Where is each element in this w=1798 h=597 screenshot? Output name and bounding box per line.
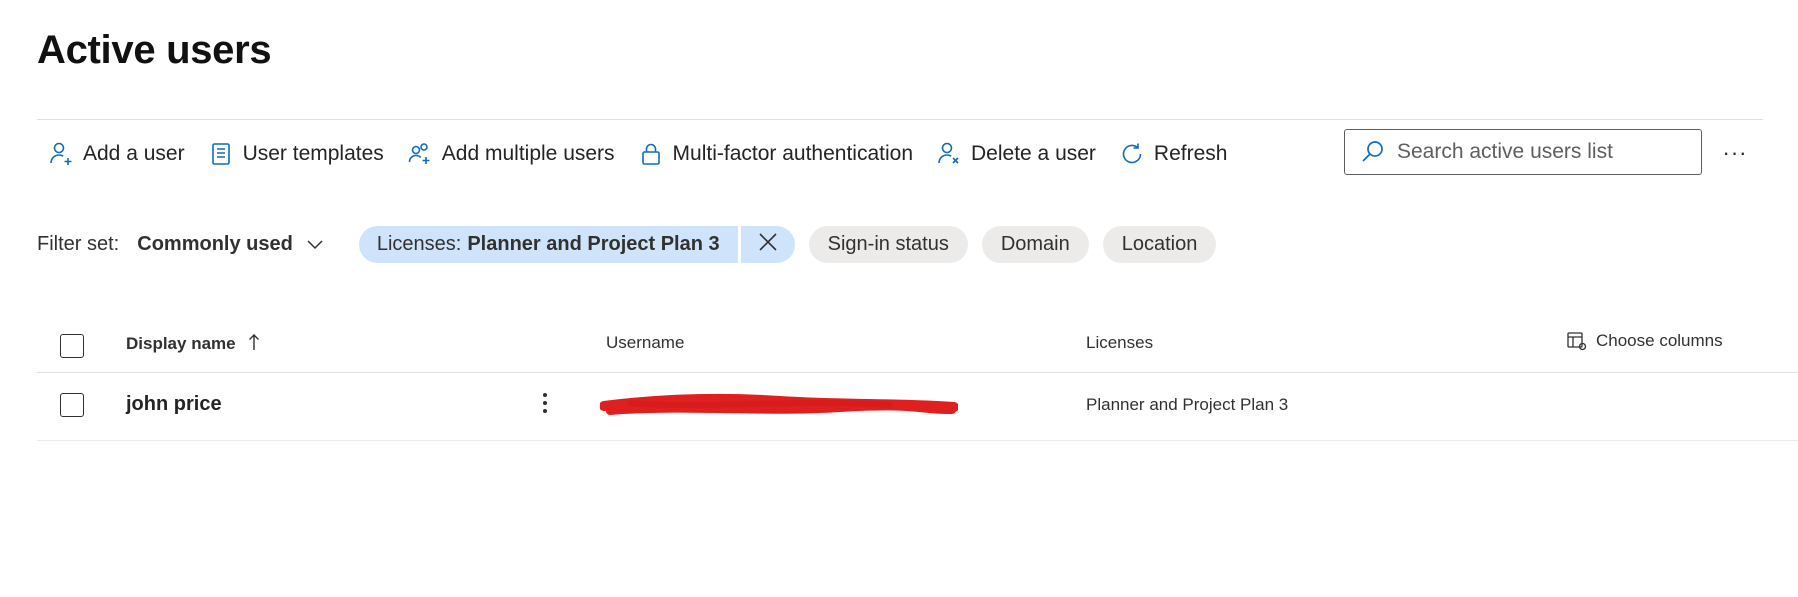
user-templates-label: User templates xyxy=(242,142,384,165)
user-templates-button[interactable]: User templates xyxy=(197,134,396,174)
refresh-icon xyxy=(1118,140,1146,168)
delete-user-icon xyxy=(935,140,963,168)
document-icon xyxy=(207,140,235,168)
add-multiple-users-button[interactable]: Add multiple users xyxy=(396,134,627,174)
sign-in-status-filter[interactable]: Sign-in status xyxy=(808,225,968,263)
mfa-button[interactable]: Multi-factor authentication xyxy=(627,134,925,174)
choose-columns-label: Choose columns xyxy=(1596,331,1723,350)
add-user-button[interactable]: Add a user xyxy=(37,134,197,174)
more-options-button[interactable]: ··· xyxy=(1718,136,1752,170)
domain-filter[interactable]: Domain xyxy=(981,225,1089,263)
filter-set-label: Filter set: xyxy=(37,232,120,255)
vertical-ellipsis-icon xyxy=(542,391,548,420)
add-user-icon xyxy=(47,140,75,168)
licenses-filter-button[interactable]: Licenses: Planner and Project Plan 3 xyxy=(358,225,741,263)
close-icon xyxy=(758,232,778,257)
search-input[interactable] xyxy=(1395,139,1689,165)
licenses-filter-pill: Licenses: Planner and Project Plan 3 xyxy=(358,225,795,263)
active-users-page: Active users Add a user User templates A… xyxy=(0,0,1798,597)
choose-columns-button[interactable]: Choose columns xyxy=(1566,330,1723,352)
filter-set-value: Commonly used xyxy=(137,232,293,255)
column-display-name[interactable]: Display name xyxy=(126,333,260,356)
row-checkbox[interactable] xyxy=(60,393,84,417)
user-licenses: Planner and Project Plan 3 xyxy=(1086,395,1289,414)
clear-licenses-filter-button[interactable] xyxy=(740,225,795,263)
row-more-actions-button[interactable] xyxy=(533,387,557,423)
location-filter[interactable]: Location xyxy=(1102,225,1217,263)
table-header: Display name Username Licenses Choose co… xyxy=(37,318,1798,373)
licenses-filter-value: Planner and Project Plan 3 xyxy=(467,232,720,255)
command-bar: Add a user User templates Add multiple u… xyxy=(37,134,1239,174)
columns-icon xyxy=(1566,330,1588,352)
chevron-down-icon xyxy=(305,234,325,254)
user-display-name[interactable]: john price xyxy=(126,393,222,416)
delete-user-label: Delete a user xyxy=(971,142,1096,165)
column-display-name-label: Display name xyxy=(126,333,236,353)
select-all-checkbox[interactable] xyxy=(60,334,84,358)
filter-set-dropdown[interactable]: Commonly used xyxy=(137,233,325,256)
add-multiple-users-icon xyxy=(406,140,434,168)
header-divider xyxy=(37,119,1763,120)
column-username[interactable]: Username xyxy=(606,333,684,353)
search-icon xyxy=(1359,138,1387,166)
lock-icon xyxy=(637,140,665,168)
licenses-filter-prefix: Licenses: xyxy=(376,232,462,255)
mfa-label: Multi-factor authentication xyxy=(672,142,914,165)
sort-ascending-icon xyxy=(248,333,260,356)
add-user-label: Add a user xyxy=(83,142,185,165)
delete-user-button[interactable]: Delete a user xyxy=(925,134,1108,174)
page-title: Active users xyxy=(37,28,272,72)
filter-row: Filter set: Commonly used Licenses: Plan… xyxy=(37,225,1230,263)
refresh-button[interactable]: Refresh xyxy=(1108,134,1240,174)
refresh-label: Refresh xyxy=(1153,142,1228,165)
username-redacted-scribble xyxy=(599,391,998,421)
add-multiple-users-label: Add multiple users xyxy=(441,142,615,165)
search-box[interactable] xyxy=(1344,129,1702,175)
column-licenses[interactable]: Licenses xyxy=(1086,333,1153,353)
table-row[interactable]: john price Planner and Project Plan 3 xyxy=(37,373,1798,441)
